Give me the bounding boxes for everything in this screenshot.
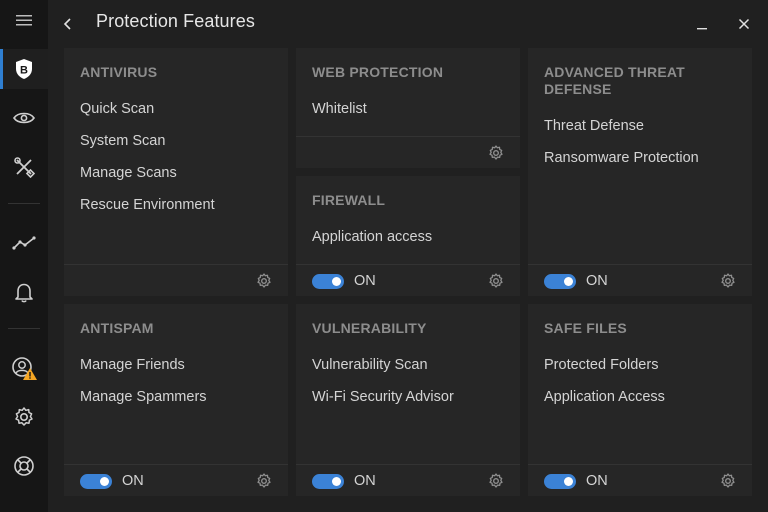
card-footer	[64, 264, 288, 296]
gear-icon[interactable]	[720, 273, 736, 289]
sidebar-item-utilities[interactable]	[0, 147, 48, 187]
card-footer: ON	[64, 464, 288, 496]
card-footer: ON	[528, 264, 752, 296]
sidebar-item-account[interactable]	[0, 348, 48, 388]
back-button[interactable]	[58, 12, 78, 36]
gear-icon	[15, 407, 33, 426]
shield-b-icon: B	[16, 59, 32, 79]
toggle-state-label: ON	[354, 473, 376, 489]
rescue-environment-link[interactable]: Rescue Environment	[80, 197, 215, 213]
card-title: FIREWALL	[312, 192, 386, 208]
gear-icon[interactable]	[720, 473, 736, 489]
card-footer	[296, 136, 520, 168]
vulnerability-scan-link[interactable]: Vulnerability Scan	[312, 357, 428, 373]
page-title: Protection Features	[96, 11, 255, 31]
account-warning-icon	[12, 357, 37, 380]
tools-icon	[14, 157, 35, 178]
gear-icon[interactable]	[488, 473, 504, 489]
card-antispam: ANTISPAM Manage Friends Manage Spammers …	[64, 304, 288, 496]
card-title: WEB PROTECTION	[312, 64, 444, 80]
atd-toggle[interactable]	[544, 274, 576, 289]
sidebar-item-support[interactable]	[0, 446, 48, 486]
whitelist-link[interactable]: Whitelist	[312, 101, 367, 117]
toggle-state-label: ON	[586, 273, 608, 289]
chevron-left-icon	[63, 18, 71, 30]
card-footer: ON	[296, 464, 520, 496]
card-vulnerability: VULNERABILITY Vulnerability Scan Wi-Fi S…	[296, 304, 520, 496]
card-safe-files: SAFE FILES Protected Folders Application…	[528, 304, 752, 496]
card-footer: ON	[296, 264, 520, 296]
card-footer: ON	[528, 464, 752, 496]
eye-icon	[13, 112, 35, 124]
application-access-link[interactable]: Application Access	[544, 389, 665, 405]
manage-scans-link[interactable]: Manage Scans	[80, 165, 177, 181]
title-bar: Protection Features	[48, 0, 768, 46]
close-icon	[738, 18, 750, 30]
card-title: ANTISPAM	[80, 320, 154, 336]
ransomware-protection-link[interactable]: Ransomware Protection	[544, 150, 699, 166]
card-advanced-threat-defense: ADVANCED THREAT DEFENSE Threat Defense R…	[528, 48, 752, 296]
close-button[interactable]	[733, 13, 755, 35]
lifebuoy-icon	[14, 456, 34, 476]
wifi-security-advisor-link[interactable]: Wi-Fi Security Advisor	[312, 389, 454, 405]
gear-icon[interactable]	[256, 473, 272, 489]
card-title: ADVANCED THREAT DEFENSE	[544, 64, 685, 97]
minimize-icon	[697, 28, 707, 30]
manage-spammers-link[interactable]: Manage Spammers	[80, 389, 207, 405]
sidebar-divider	[8, 328, 40, 329]
card-title: VULNERABILITY	[312, 320, 427, 336]
sidebar-item-notifications[interactable]	[0, 272, 48, 312]
svg-text:B: B	[20, 65, 28, 77]
toggle-state-label: ON	[586, 473, 608, 489]
gear-icon[interactable]	[488, 273, 504, 289]
toggle-state-label: ON	[354, 273, 376, 289]
protected-folders-link[interactable]: Protected Folders	[544, 357, 658, 373]
activity-icon	[12, 236, 36, 250]
antispam-toggle[interactable]	[80, 474, 112, 489]
sidebar: B	[0, 0, 48, 512]
sidebar-item-dashboard[interactable]: B	[0, 49, 48, 89]
card-title: ANTIVIRUS	[80, 64, 158, 80]
bell-icon	[15, 283, 33, 303]
vulnerability-toggle[interactable]	[312, 474, 344, 489]
menu-button[interactable]	[0, 0, 48, 40]
gear-icon[interactable]	[488, 145, 504, 161]
card-firewall: FIREWALL Application access ON	[296, 176, 520, 296]
sidebar-item-privacy[interactable]	[0, 98, 48, 138]
application-access-link[interactable]: Application access	[312, 229, 432, 245]
card-web-protection: WEB PROTECTION Whitelist	[296, 48, 520, 168]
sidebar-divider	[8, 203, 40, 204]
manage-friends-link[interactable]: Manage Friends	[80, 357, 185, 373]
quick-scan-link[interactable]: Quick Scan	[80, 101, 154, 117]
threat-defense-link[interactable]: Threat Defense	[544, 118, 644, 134]
firewall-toggle[interactable]	[312, 274, 344, 289]
sidebar-item-activity[interactable]	[0, 223, 48, 263]
system-scan-link[interactable]: System Scan	[80, 133, 165, 149]
toggle-state-label: ON	[122, 473, 144, 489]
sidebar-item-settings[interactable]	[0, 397, 48, 437]
menu-icon	[16, 15, 32, 26]
safe-files-toggle[interactable]	[544, 474, 576, 489]
minimize-button[interactable]	[691, 13, 713, 35]
card-title: SAFE FILES	[544, 320, 627, 336]
card-antivirus: ANTIVIRUS Quick Scan System Scan Manage …	[64, 48, 288, 296]
gear-icon[interactable]	[256, 273, 272, 289]
